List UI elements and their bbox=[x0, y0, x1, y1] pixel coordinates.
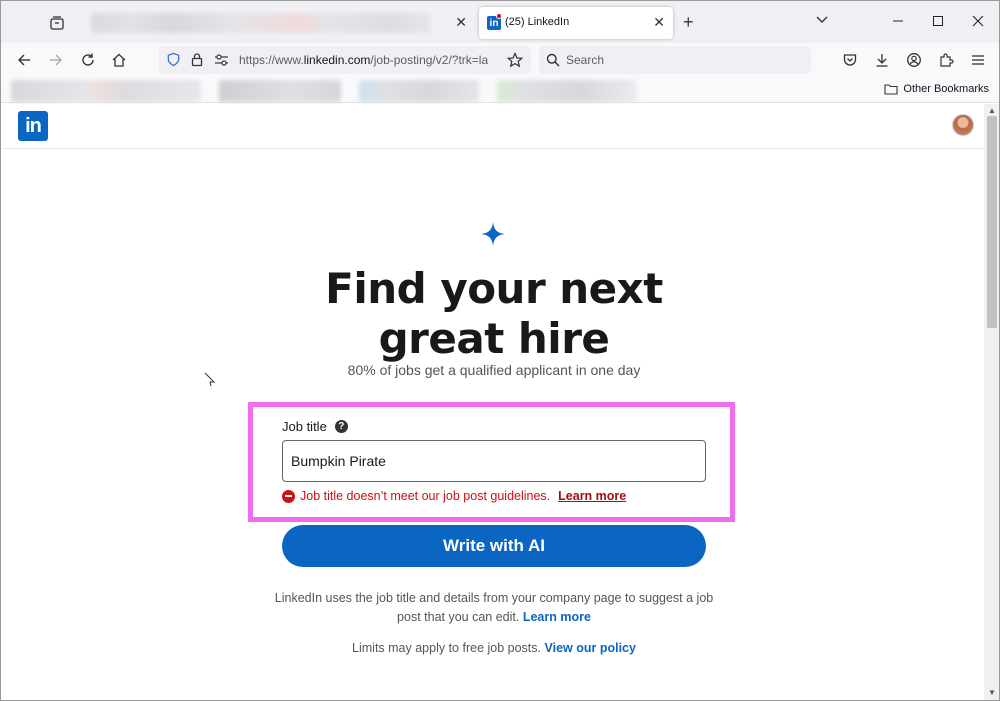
other-bookmarks-label: Other Bookmarks bbox=[903, 83, 989, 95]
error-text: Job title doesn’t meet our job post guid… bbox=[300, 489, 551, 503]
permissions-icon[interactable] bbox=[214, 53, 229, 72]
error-icon bbox=[282, 489, 295, 503]
home-icon bbox=[112, 53, 126, 67]
account-button[interactable] bbox=[902, 48, 926, 72]
reload-button[interactable] bbox=[76, 48, 100, 72]
maximize-icon bbox=[933, 16, 943, 26]
avatar[interactable] bbox=[952, 114, 974, 136]
info-description: LinkedIn uses the job title and details … bbox=[274, 591, 714, 624]
other-bookmarks[interactable]: Other Bookmarks bbox=[884, 83, 989, 95]
browser-window: ✕ in (25) LinkedIn ✕ + https://www.linke… bbox=[0, 0, 1000, 701]
home-button[interactable] bbox=[107, 48, 131, 72]
blurred-bookmark[interactable] bbox=[219, 80, 341, 102]
reload-icon bbox=[82, 53, 94, 66]
page-content: in Find your next great hire 80% of jobs… bbox=[4, 104, 984, 700]
account-icon bbox=[907, 53, 921, 67]
search-icon bbox=[546, 53, 560, 72]
bookmarks-bar: Other Bookmarks bbox=[1, 77, 999, 103]
pocket-icon bbox=[843, 54, 857, 66]
write-with-ai-button[interactable]: Write with AI bbox=[282, 525, 706, 567]
vertical-scrollbar[interactable]: ▲ ▼ bbox=[984, 104, 999, 700]
folder-icon bbox=[884, 84, 898, 95]
download-icon bbox=[876, 54, 888, 67]
tab-linkedin[interactable]: in (25) LinkedIn ✕ bbox=[479, 7, 673, 39]
error-learn-more-link[interactable]: Learn more bbox=[558, 489, 626, 503]
maximize-button[interactable] bbox=[923, 9, 953, 33]
lock-icon[interactable] bbox=[190, 52, 204, 72]
list-all-tabs-button[interactable] bbox=[815, 13, 829, 32]
job-title-input[interactable] bbox=[282, 440, 706, 482]
back-button[interactable] bbox=[12, 48, 36, 72]
tracking-shield-icon[interactable] bbox=[166, 52, 181, 72]
blurred-bookmark[interactable] bbox=[497, 80, 637, 102]
chevron-down-icon bbox=[816, 16, 828, 23]
error-message: Job title doesn’t meet our job post guid… bbox=[282, 489, 626, 503]
notification-dot-icon bbox=[496, 13, 502, 19]
limits-text: Limits may apply to free job posts. View… bbox=[274, 641, 714, 655]
firefox-view-icon bbox=[50, 16, 64, 30]
forward-arrow-icon bbox=[50, 54, 62, 66]
menu-button[interactable] bbox=[966, 48, 990, 72]
url-text[interactable]: https://www.linkedin.com/job-posting/v2/… bbox=[239, 53, 501, 67]
page-title: Find your next great hire bbox=[294, 264, 694, 364]
close-icon bbox=[972, 15, 984, 27]
back-arrow-icon bbox=[18, 54, 30, 66]
address-bar[interactable]: https://www.linkedin.com/job-posting/v2/… bbox=[159, 46, 531, 74]
minimize-button[interactable] bbox=[883, 9, 913, 33]
info-text: LinkedIn uses the job title and details … bbox=[274, 589, 714, 627]
page-subtitle: 80% of jobs get a qualified applicant in… bbox=[347, 362, 641, 378]
puzzle-icon bbox=[940, 53, 954, 67]
scroll-up-icon[interactable]: ▲ bbox=[988, 106, 996, 115]
firefox-view-button[interactable] bbox=[45, 11, 69, 35]
info-learn-more-link[interactable]: Learn more bbox=[523, 610, 591, 624]
limits-description: Limits may apply to free job posts. bbox=[352, 641, 542, 655]
scroll-down-icon[interactable]: ▼ bbox=[988, 688, 996, 697]
view-policy-link[interactable]: View our policy bbox=[545, 641, 636, 655]
pocket-button[interactable] bbox=[838, 48, 862, 72]
close-tab-icon[interactable]: ✕ bbox=[455, 14, 467, 31]
bookmark-star-icon[interactable] bbox=[506, 52, 524, 73]
headline-line-1: Find your next bbox=[325, 264, 663, 313]
tab-strip: ✕ in (25) LinkedIn ✕ + bbox=[1, 1, 999, 43]
nav-bar: https://www.linkedin.com/job-posting/v2/… bbox=[1, 43, 999, 77]
job-title-label-row: Job title ? bbox=[282, 419, 348, 434]
mouse-cursor-icon bbox=[204, 372, 216, 393]
minimize-icon bbox=[893, 20, 903, 22]
tab-title: (25) LinkedIn bbox=[505, 16, 570, 28]
search-bar[interactable]: Search bbox=[539, 46, 811, 74]
job-title-label: Job title bbox=[282, 419, 327, 434]
blurred-bookmark[interactable] bbox=[359, 80, 479, 102]
close-tab-icon[interactable]: ✕ bbox=[653, 14, 665, 31]
page-header: in bbox=[4, 104, 984, 149]
extensions-button[interactable] bbox=[934, 48, 958, 72]
hamburger-menu-icon bbox=[972, 55, 984, 65]
blurred-tab-title bbox=[91, 13, 431, 33]
tab-blurred[interactable]: ✕ bbox=[79, 7, 475, 39]
blurred-bookmark[interactable] bbox=[11, 80, 201, 102]
linkedin-logo[interactable]: in bbox=[18, 111, 48, 141]
search-placeholder: Search bbox=[566, 53, 605, 67]
sparkle-icon bbox=[480, 221, 506, 252]
scrollbar-thumb[interactable] bbox=[987, 116, 997, 328]
downloads-button[interactable] bbox=[870, 48, 894, 72]
headline-line-2: great hire bbox=[378, 314, 610, 363]
close-window-button[interactable] bbox=[963, 9, 993, 33]
help-icon[interactable]: ? bbox=[334, 420, 348, 433]
new-tab-button[interactable]: + bbox=[683, 12, 694, 33]
forward-button[interactable] bbox=[44, 48, 68, 72]
